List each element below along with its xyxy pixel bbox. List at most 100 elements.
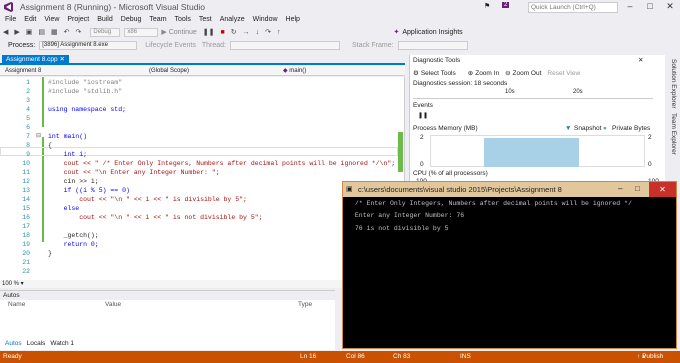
console-output-line: 76 is not divisible by 5 bbox=[351, 225, 449, 232]
line-number: 12 bbox=[22, 178, 30, 185]
memory-area bbox=[484, 138, 579, 167]
console-close-button[interactable]: ✕ bbox=[649, 182, 676, 197]
console-minimize-button[interactable]: – bbox=[618, 184, 622, 193]
column-name[interactable]: Name bbox=[8, 301, 25, 308]
function-nav-select[interactable]: ◆ main() bbox=[280, 67, 400, 75]
team-explorer-tab[interactable]: Team Explorer bbox=[670, 113, 677, 155]
menu-debug[interactable]: Debug bbox=[121, 16, 142, 23]
gear-icon[interactable]: ⚙ bbox=[413, 69, 419, 77]
step-over-icon[interactable]: ↷ bbox=[265, 28, 271, 36]
change-marker bbox=[42, 77, 44, 127]
status-column: Col 86 bbox=[346, 353, 365, 360]
step-out-icon[interactable]: ↑ bbox=[277, 29, 281, 36]
line-number: 20 bbox=[22, 250, 30, 257]
zoom-out-icon[interactable]: ⊖ bbox=[505, 69, 510, 77]
open-icon[interactable]: ▤ bbox=[38, 28, 45, 36]
menu-window[interactable]: Window bbox=[253, 16, 278, 23]
status-bar: Ready Ln 16 Col 86 Ch 83 INS ↑ Publish ▴ bbox=[0, 351, 680, 363]
zoom-in-icon[interactable]: ⊕ bbox=[468, 69, 473, 77]
lifecycle-events-button[interactable]: Lifecycle Events bbox=[145, 42, 196, 49]
menu-test[interactable]: Test bbox=[199, 16, 212, 23]
menu-edit[interactable]: Edit bbox=[24, 16, 36, 23]
window-title: Assignment 8 (Running) - Microsoft Visua… bbox=[20, 2, 206, 12]
config-select[interactable]: Debug bbox=[90, 27, 121, 37]
line-number: 16 bbox=[22, 214, 30, 221]
menu-tools[interactable]: Tools bbox=[175, 16, 191, 23]
select-tools-button[interactable]: Select Tools bbox=[421, 70, 456, 77]
column-value[interactable]: Value bbox=[105, 301, 121, 308]
diagnostic-tools-panel: Diagnostic Tools ✕ ⚙ Select Tools ⊕ Zoom… bbox=[409, 55, 665, 185]
flag-icon[interactable]: ⚑ bbox=[484, 2, 490, 10]
timeline-ruler[interactable]: 10s 20s bbox=[413, 89, 653, 99]
publish-button[interactable]: ↑ Publish ▴ bbox=[637, 351, 663, 363]
stop-icon[interactable]: ■ bbox=[221, 29, 225, 36]
line-number: 11 bbox=[22, 169, 30, 176]
collapse-icon[interactable]: ⊟ bbox=[36, 132, 41, 139]
application-insights-button[interactable]: Application Insights bbox=[402, 29, 462, 36]
zoom-out-button[interactable]: Zoom Out bbox=[513, 70, 542, 77]
code-line: else bbox=[48, 205, 80, 212]
tick-20s: 20s bbox=[573, 89, 583, 95]
save-icon[interactable]: ▦ bbox=[51, 28, 58, 36]
line-number: 14 bbox=[22, 196, 30, 203]
application-insights-icon[interactable]: ✦ bbox=[393, 28, 399, 36]
project-nav-select[interactable]: Assignment 8 bbox=[2, 67, 137, 75]
zoom-in-button[interactable]: Zoom In bbox=[475, 70, 499, 77]
thread-select[interactable] bbox=[229, 40, 340, 50]
tab-close-icon[interactable]: ✕ bbox=[59, 56, 64, 63]
menu-project[interactable]: Project bbox=[67, 16, 89, 23]
restart-icon[interactable]: ↻ bbox=[231, 28, 237, 36]
undo-icon[interactable]: ↶ bbox=[64, 28, 70, 36]
menu-view[interactable]: View bbox=[44, 16, 59, 23]
show-next-icon[interactable]: → bbox=[243, 29, 250, 36]
tab-assignment-8-cpp[interactable]: Assignment 8.cpp ✕ bbox=[2, 55, 69, 65]
memory-axis-bottom: 0 bbox=[420, 161, 424, 168]
back-icon[interactable]: ◀ bbox=[3, 28, 8, 36]
scope-nav-select[interactable]: (Global Scope) bbox=[146, 67, 276, 75]
tab-watch-1[interactable]: Watch 1 bbox=[50, 340, 74, 347]
memory-chart[interactable] bbox=[430, 135, 645, 167]
minimize-button[interactable]: – bbox=[620, 0, 640, 13]
step-into-icon[interactable]: ↓ bbox=[256, 29, 260, 36]
function-nav-label: main() bbox=[289, 68, 307, 74]
console-maximize-button[interactable]: □ bbox=[635, 184, 640, 193]
menu-build[interactable]: Build bbox=[97, 16, 113, 23]
notification-badge[interactable]: 2 bbox=[502, 2, 510, 8]
console-window[interactable]: c:\users\documents\visual studio 2015\Pr… bbox=[342, 181, 677, 349]
code-line: cout << "\n Enter any Integer Number: "; bbox=[48, 169, 220, 176]
line-number: 21 bbox=[22, 259, 30, 266]
cpu-label: CPU (% of all processors) bbox=[413, 170, 488, 177]
line-number: 15 bbox=[22, 205, 30, 212]
code-line: int i; bbox=[48, 151, 88, 158]
platform-select[interactable]: x86 bbox=[124, 27, 159, 37]
reset-view-button[interactable]: Reset View bbox=[547, 70, 580, 77]
menu-help[interactable]: Help bbox=[286, 16, 300, 23]
maximize-button[interactable]: □ bbox=[640, 0, 660, 13]
menu-analyze[interactable]: Analyze bbox=[220, 16, 245, 23]
new-project-icon[interactable]: ▣ bbox=[26, 28, 33, 36]
panel-close-icon[interactable]: ✕ bbox=[638, 56, 643, 64]
diagnostic-tools-title: Diagnostic Tools bbox=[413, 57, 461, 64]
menu-team[interactable]: Team bbox=[149, 16, 166, 23]
menu-bar: File Edit View Project Build Debug Team … bbox=[0, 14, 680, 25]
process-label: Process: bbox=[8, 41, 36, 49]
visual-studio-logo-icon bbox=[4, 2, 13, 12]
break-all-icon[interactable]: ❚❚ bbox=[203, 28, 215, 36]
tab-locals[interactable]: Locals bbox=[27, 340, 46, 347]
pause-icon[interactable]: ❚❚ bbox=[418, 112, 428, 119]
redo-icon[interactable]: ↷ bbox=[76, 28, 82, 36]
solution-explorer-tab[interactable]: Solution Explorer bbox=[670, 59, 677, 109]
process-select[interactable]: [3896] Assignment 8.exe bbox=[39, 40, 138, 50]
tab-autos[interactable]: Autos bbox=[5, 340, 22, 347]
stack-frame-select[interactable] bbox=[397, 40, 468, 50]
quick-launch-input[interactable]: Quick Launch (Ctrl+Q) bbox=[528, 2, 618, 13]
menu-file[interactable]: File bbox=[5, 16, 16, 23]
continue-button[interactable]: ▶ Continue bbox=[161, 28, 196, 36]
forward-icon[interactable]: ▶ bbox=[14, 28, 19, 36]
line-number: 7 bbox=[26, 133, 30, 140]
close-button[interactable]: ✕ bbox=[660, 0, 680, 13]
autos-columns: Name Value Type bbox=[0, 301, 335, 310]
memory-axis-top: 2 bbox=[420, 134, 424, 141]
column-type[interactable]: Type bbox=[298, 301, 312, 308]
status-char: Ch 83 bbox=[393, 353, 411, 360]
